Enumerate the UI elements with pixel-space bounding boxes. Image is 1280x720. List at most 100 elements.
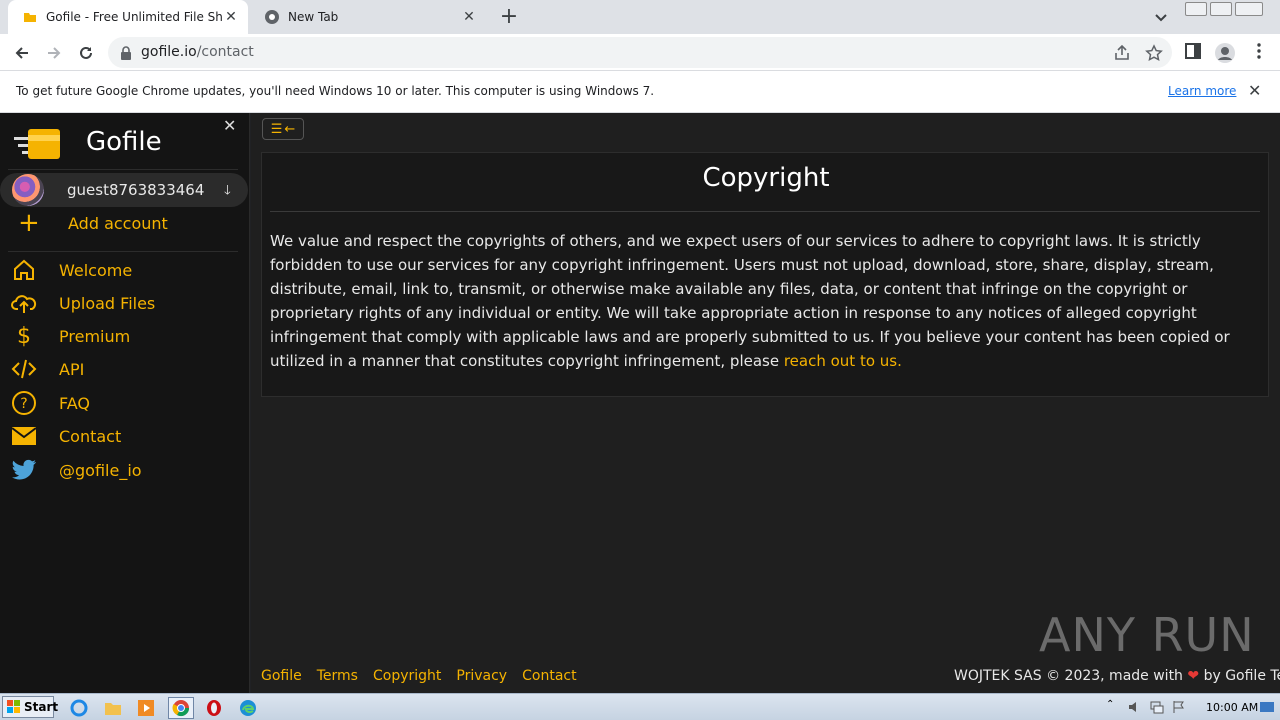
close-icon[interactable]: ✕ [222,8,240,26]
folder-icon [22,9,38,25]
sidebar-item-label: Contact [59,426,122,446]
reach-out-link[interactable]: reach out to us. [784,352,902,370]
close-icon[interactable]: ✕ [460,8,478,26]
tab-gofile[interactable]: Gofile - Free Unlimited File Sharing an … [8,0,248,34]
maximize-button[interactable] [1210,2,1232,16]
profile-icon[interactable] [1214,42,1235,63]
tab-strip: Gofile - Free Unlimited File Sharing an … [0,0,1280,34]
account-name: guest8763833464 [67,181,205,199]
window-controls [1182,2,1263,16]
footer-link-terms[interactable]: Terms [317,668,358,684]
ie-icon[interactable] [68,697,90,719]
sidebar-item-upload-files[interactable]: Upload Files [10,289,155,317]
svg-text:?: ? [20,396,27,412]
copyright-body: We value and respect the copyrights of o… [270,232,1230,370]
question-icon: ? [10,389,38,417]
sidebar-item-label: Upload Files [59,293,156,313]
update-infobar: To get future Google Chrome updates, you… [0,71,1280,113]
sidebar: Gofile ✕ guest8763833464 🡓 + Add account… [0,113,250,693]
reload-button[interactable] [73,40,99,66]
tray-expand-icon[interactable]: ⌃ [1106,699,1120,713]
arrow-left-icon: ← [284,121,296,137]
menu-icon: ☰ [270,121,283,137]
footer-link-copyright[interactable]: Copyright [373,668,441,684]
new-tab-button[interactable]: + [498,6,520,28]
start-button[interactable]: Start [2,696,58,718]
cloud-upload-icon [10,289,38,317]
sidebar-item-label: FAQ [59,393,90,413]
chevron-down-icon[interactable] [1152,8,1170,26]
divider [270,211,1260,212]
footer-link-gofile[interactable]: Gofile [261,668,302,684]
footer-copyright-text: WOJTEK SAS © 2023, made with [954,668,1183,684]
address-bar[interactable]: gofile.io/contact [108,37,1172,68]
url-text: gofile.io/contact [141,44,254,60]
divider [8,169,238,170]
star-icon[interactable] [1145,44,1163,62]
action-center-flag-icon[interactable] [1172,699,1186,713]
back-button[interactable] [9,40,35,66]
sidebar-item-label: @gofile_io [59,460,142,480]
volume-icon[interactable] [1128,699,1142,713]
sidebar-item-premium[interactable]: $ Premium [10,322,130,350]
sidebar-item-contact[interactable]: Contact [10,422,121,450]
home-icon [10,256,38,284]
show-desktop-icon[interactable] [1258,697,1276,719]
twitter-icon [10,456,38,484]
forward-button[interactable] [41,40,67,66]
share-icon[interactable] [1113,44,1131,62]
tab-new-tab[interactable]: New Tab ✕ [250,0,486,34]
system-tray: ⌃ [1106,699,1186,714]
footer-link-privacy[interactable]: Privacy [456,668,507,684]
opera-icon[interactable] [203,697,225,719]
watermark: ANY RUN [1039,608,1255,662]
menu-dots-icon[interactable] [1250,42,1270,62]
footer-link-contact[interactable]: Contact [522,668,576,684]
brand-name: Gofile [86,127,162,157]
divider [8,251,238,252]
sidebar-item-label: Premium [59,326,131,346]
tab-title: Gofile - Free Unlimited File Sharing an [46,10,222,24]
clock: 10:00 AM [1206,701,1259,714]
brand[interactable]: Gofile [12,121,162,163]
infobar-message: To get future Google Chrome updates, you… [16,84,655,98]
gofile-logo-icon [12,123,64,161]
explorer-icon[interactable] [102,697,124,719]
arrow-down-icon[interactable]: 🡓 [224,181,231,203]
learn-more-link[interactable]: Learn more [1168,84,1236,98]
sidebar-item-welcome[interactable]: Welcome [10,256,132,284]
avatar [12,174,44,206]
chrome-taskbar-icon[interactable] [168,697,194,719]
media-player-icon[interactable] [135,697,157,719]
side-panel-icon[interactable] [1184,42,1204,62]
plus-icon: + [18,208,40,238]
minimize-button[interactable] [1185,2,1207,16]
edge-icon[interactable] [237,697,259,719]
lock-icon [120,45,134,60]
dollar-icon: $ [17,323,31,349]
sidebar-item-label: API [59,359,85,379]
code-icon [10,355,38,383]
envelope-icon [10,422,38,450]
account-selector[interactable]: guest8763833464 🡓 [0,173,248,207]
start-label: Start [24,700,59,714]
sidebar-item-api[interactable]: API [10,355,84,383]
footer-credit: WOJTEK SAS © 2023, made with ❤ by Gofile… [954,668,1280,684]
copyright-text: We value and respect the copyrights of o… [270,229,1266,373]
heart-icon: ❤ [1187,668,1200,684]
copyright-card: Copyright We value and respect the copyr… [261,152,1269,397]
sidebar-toggle-button[interactable]: ☰ ← [262,118,304,140]
close-icon[interactable]: ✕ [1248,83,1264,99]
add-account-label: Add account [68,213,168,233]
network-icon[interactable] [1150,699,1164,714]
add-account-button[interactable]: + Add account [18,208,168,238]
window-close-button[interactable] [1235,2,1263,16]
taskbar: Start ⌃ 10:00 AM [0,693,1280,720]
page-title: Copyright [702,163,830,193]
windows-logo-icon [7,700,21,714]
browser-toolbar: gofile.io/contact [0,34,1280,71]
sidebar-item-faq[interactable]: ? FAQ [10,389,90,417]
sidebar-item-label: Welcome [59,260,133,280]
sidebar-item-twitter[interactable]: @gofile_io [10,456,142,484]
close-icon[interactable]: ✕ [223,116,236,135]
